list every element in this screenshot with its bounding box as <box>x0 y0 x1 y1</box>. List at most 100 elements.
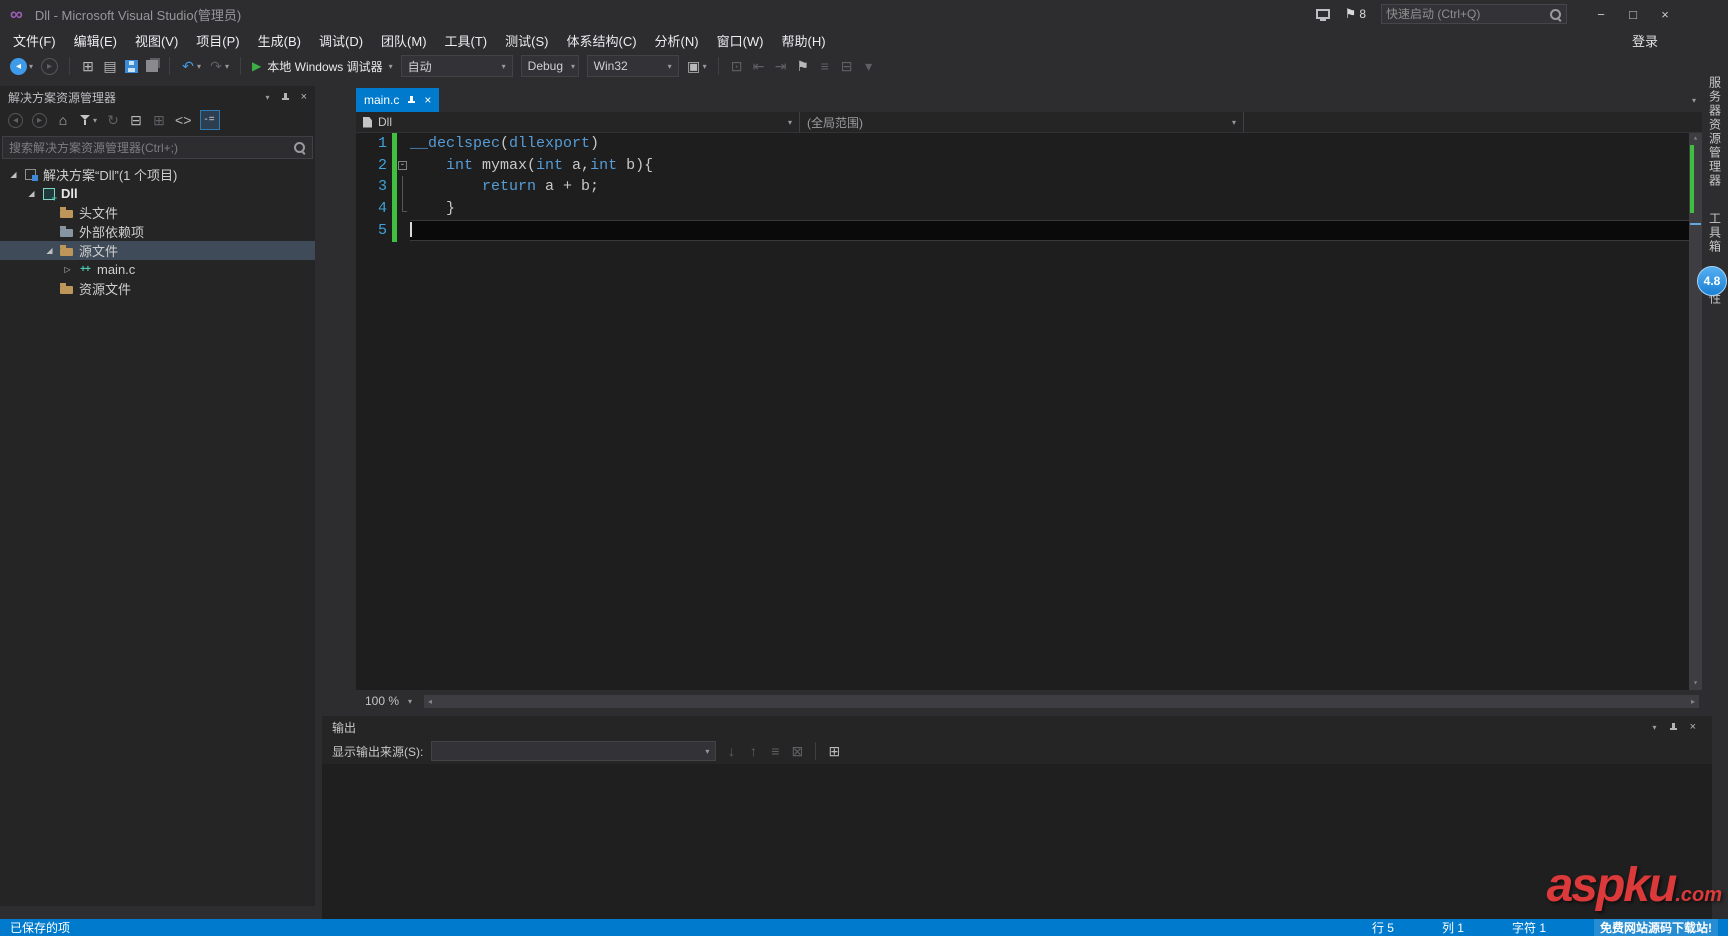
menu-item[interactable]: 编辑(E) <box>65 27 126 54</box>
output-source-combo[interactable]: ▾ <box>431 741 716 761</box>
filter-icon[interactable]: ▾ <box>79 114 97 126</box>
back-icon[interactable]: ◂ <box>8 113 23 128</box>
window-position-icon[interactable]: ▾ <box>1653 723 1657 732</box>
word-wrap-icon[interactable]: ≡ <box>768 743 782 759</box>
member-scope-combo[interactable]: (全局范围) ▾ <box>800 112 1244 132</box>
menu-item[interactable]: 视图(V) <box>126 27 187 54</box>
expander-icon[interactable]: ◢ <box>26 189 37 198</box>
menu-item[interactable]: 体系结构(C) <box>557 27 645 54</box>
pin-icon[interactable] <box>1668 722 1679 733</box>
menu-item[interactable]: 生成(B) <box>249 27 310 54</box>
scroll-up-icon[interactable]: ▴ <box>1689 133 1702 145</box>
quick-launch-input[interactable] <box>1386 7 1549 21</box>
menu-item[interactable]: 项目(P) <box>187 27 248 54</box>
close-tab-icon[interactable]: × <box>424 93 431 107</box>
forward-icon[interactable]: ▸ <box>32 113 47 128</box>
document-tab-main-c[interactable]: main.c × <box>356 88 439 112</box>
menu-item[interactable]: 调试(D) <box>310 27 372 54</box>
chevron-down-icon[interactable]: ▾ <box>408 697 412 706</box>
tree-item[interactable]: 外部依赖项 <box>0 222 315 241</box>
show-all-files-icon[interactable]: ⊞ <box>152 112 166 128</box>
code-editor[interactable]: 1__declspec(dllexport)2-int mymax(int a,… <box>356 133 1702 690</box>
chevron-down-icon[interactable]: ▾ <box>1232 118 1236 127</box>
panel-splitter[interactable] <box>315 86 322 906</box>
menu-item[interactable]: 分析(N) <box>646 27 708 54</box>
tree-item[interactable]: ◢源文件 <box>0 241 315 260</box>
scroll-left-icon[interactable]: ◂ <box>424 695 436 708</box>
collapse-icon[interactable]: - <box>398 161 407 170</box>
tree-item[interactable]: ▷++main.c <box>0 260 315 279</box>
scroll-right-icon[interactable]: ▸ <box>1687 695 1699 708</box>
chevron-down-icon[interactable]: ▾ <box>788 118 792 127</box>
tree-item[interactable]: ◢解决方案“Dll”(1 个项目) <box>0 165 315 184</box>
tree-item[interactable]: ◢Dll <box>0 184 315 203</box>
maximize-button[interactable]: □ <box>1626 7 1640 22</box>
search-icon[interactable] <box>293 141 306 154</box>
code-line[interactable]: 5 <box>356 220 1702 242</box>
preview-selected-items-icon[interactable]: -= <box>200 110 219 130</box>
pin-icon[interactable] <box>280 92 291 103</box>
redo-icon[interactable]: ↷▾ <box>209 58 229 74</box>
code-line[interactable]: 1__declspec(dllexport) <box>356 133 1702 155</box>
open-file-icon[interactable]: ▤ <box>103 58 117 74</box>
code-line[interactable]: 4} <box>356 198 1702 220</box>
menu-item[interactable]: 文件(F) <box>4 27 65 54</box>
new-project-icon[interactable]: ⊞ <box>81 58 95 74</box>
pin-icon[interactable] <box>406 95 417 106</box>
bookmark-icon[interactable]: ⚑ <box>796 58 810 74</box>
close-panel-icon[interactable]: × <box>301 91 307 103</box>
chevron-down-icon[interactable]: ▾ <box>494 62 506 71</box>
tree-item[interactable]: 资源文件 <box>0 279 315 298</box>
chevron-down-icon[interactable]: ▾ <box>705 747 709 756</box>
code-line[interactable]: 2-int mymax(int a,int b){ <box>356 155 1702 177</box>
save-all-icon[interactable] <box>146 60 158 72</box>
navigate-backward-icon[interactable]: ◂▾ <box>10 58 33 75</box>
chevron-down-icon[interactable]: ▾ <box>29 62 33 71</box>
expander-icon[interactable]: ◢ <box>8 170 19 179</box>
menu-item[interactable]: 工具(T) <box>436 27 497 54</box>
next-message-icon[interactable]: ↓ <box>724 743 738 759</box>
scroll-down-icon[interactable]: ▾ <box>1689 678 1702 690</box>
undo-icon[interactable]: ↶▾ <box>181 58 201 74</box>
vertical-scrollbar[interactable]: ▴ ▾ <box>1689 133 1702 690</box>
start-debugging-button[interactable]: ▶本地 Windows 调试器▾ <box>252 58 393 75</box>
chevron-down-icon[interactable]: ▾ <box>703 62 707 71</box>
comment-selection-icon[interactable]: ≡ <box>818 58 832 74</box>
solution-platform-combo[interactable]: Win32▾ <box>587 55 679 77</box>
expander-icon[interactable]: ◢ <box>44 246 55 255</box>
zoom-combo[interactable]: 100 % ▾ <box>356 694 421 708</box>
chevron-down-icon[interactable]: ▾ <box>563 62 575 71</box>
menu-item[interactable]: 帮助(H) <box>773 27 835 54</box>
project-scope-combo[interactable]: Dll ▾ <box>356 112 800 132</box>
previous-message-icon[interactable]: ↑ <box>746 743 760 759</box>
toggle-messages-icon[interactable]: ⊞ <box>827 743 841 759</box>
close-panel-icon[interactable]: × <box>1690 721 1696 733</box>
increase-indent-icon[interactable]: ⇥ <box>774 58 788 74</box>
chevron-down-icon[interactable]: ▾ <box>389 62 393 71</box>
window-position-icon[interactable]: ▾ <box>266 93 270 102</box>
solution-search-box[interactable] <box>2 136 313 159</box>
solution-search-input[interactable] <box>9 141 293 155</box>
decrease-indent-icon[interactable]: ⇤ <box>752 58 766 74</box>
feedback-icon[interactable] <box>1316 9 1330 19</box>
chevron-down-icon[interactable]: ▾ <box>197 62 201 71</box>
save-icon[interactable] <box>125 60 138 73</box>
collapse-all-icon[interactable]: ⊟ <box>129 112 143 128</box>
uncomment-selection-icon[interactable]: ⊟ <box>840 58 854 74</box>
menu-item[interactable]: 测试(S) <box>496 27 557 54</box>
chevron-down-icon[interactable]: ▾ <box>660 62 672 71</box>
sign-in-link[interactable]: 登录 <box>1632 31 1658 50</box>
dock-tab[interactable]: 工具箱 <box>1707 212 1724 254</box>
horizontal-scrollbar[interactable]: ◂ ▸ <box>424 695 1699 708</box>
minimize-button[interactable]: − <box>1594 7 1608 22</box>
fold-margin[interactable]: - <box>397 155 410 177</box>
view-code-icon[interactable]: <> <box>175 112 191 128</box>
debug-target-options-icon[interactable]: ▣▾ <box>687 58 707 74</box>
tab-list-dropdown-icon[interactable]: ▾ <box>1692 96 1696 105</box>
chevron-down-icon[interactable]: ▾ <box>93 116 97 125</box>
clear-all-icon[interactable]: ⊠ <box>790 743 804 759</box>
menu-item[interactable]: 团队(M) <box>372 27 436 54</box>
menu-item[interactable]: 窗口(W) <box>708 27 773 54</box>
refresh-icon[interactable]: ↻ <box>106 112 120 128</box>
search-icon[interactable] <box>1549 8 1562 21</box>
